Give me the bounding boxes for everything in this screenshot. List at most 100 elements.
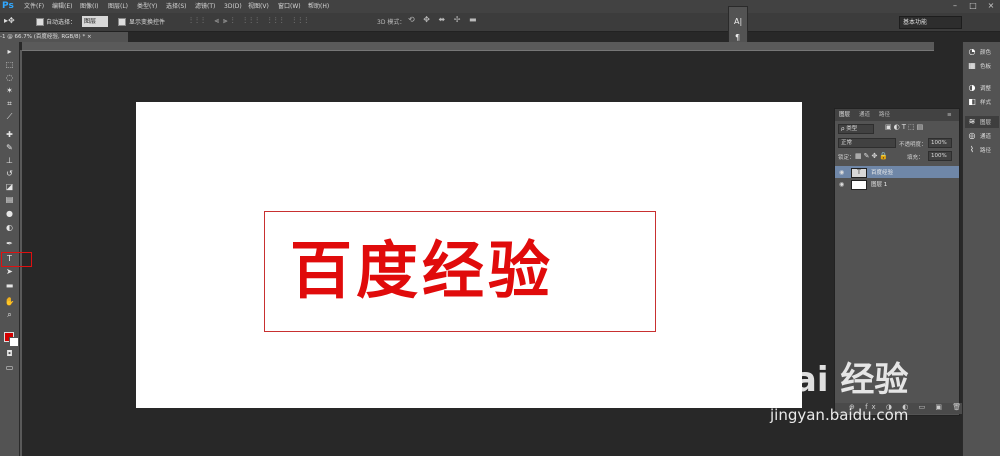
menu-window[interactable]: 窗口(W) [278, 0, 301, 13]
pen-tool-icon[interactable]: ✒ [3, 238, 16, 250]
show-transform-checkbox[interactable] [118, 18, 126, 26]
horizontal-ruler [22, 42, 934, 51]
layer-name[interactable]: 百度经验 [871, 168, 893, 176]
menu-type[interactable]: 类型(Y) [137, 0, 157, 13]
path-selection-tool-icon[interactable]: ➤ [3, 266, 16, 278]
type-tool-highlight [1, 252, 32, 267]
dock-item-adjustments[interactable]: ◑ 调整 [965, 82, 999, 94]
menu-edit[interactable]: 编辑(E) [52, 0, 72, 13]
dock-item-layers[interactable]: ≋ 图层 [965, 116, 999, 128]
dock-item-swatches[interactable]: ▦ 色板 [965, 60, 999, 72]
blend-mode-select[interactable]: 正常 [838, 138, 896, 148]
options-bar: ▸✥ 自动选择： 图层 显示变换控件 ⫶⫶⫶ ⫷⫸⫶ ⫶⫶⫶ ⫶⫶⫶ ⫶⫶⫶ 3… [0, 13, 1000, 32]
window-controls: – □ × [946, 0, 1000, 13]
gradient-tool-icon[interactable]: ▤ [3, 194, 16, 206]
opacity-label: 不透明度： [899, 142, 927, 148]
layers-icon: ≋ [968, 117, 976, 126]
move-tool-preset-icon[interactable]: ▸✥ [4, 16, 15, 25]
layer-filter-select[interactable]: ρ 类型 [838, 124, 874, 134]
workspace-value: 基本功能 [903, 19, 928, 26]
swatches-icon: ▦ [968, 61, 976, 70]
dodge-tool-icon[interactable]: ◐ [3, 222, 16, 234]
document-canvas[interactable]: 百度经验 [136, 102, 802, 408]
3d-mode-label: 3D 模式： [377, 19, 406, 26]
document-tab[interactable]: -1 @ 66.7% (百度经验, RGB/8) * × [0, 32, 128, 42]
menu-file[interactable]: 文件(F) [24, 0, 44, 13]
lasso-tool-icon[interactable]: ◌ [3, 72, 16, 84]
layer-row[interactable]: ◉ 图层 1 [835, 178, 959, 190]
brush-tool-icon[interactable]: ✎ [3, 142, 16, 154]
align-icons[interactable]: ⫶⫶⫶ ⫷⫸⫶ ⫶⫶⫶ ⫶⫶⫶ ⫶⫶⫶ [190, 16, 311, 26]
lock-label: 锁定： [838, 155, 855, 161]
history-brush-tool-icon[interactable]: ↺ [3, 168, 16, 180]
adjustments-icon: ◑ [968, 83, 976, 92]
panel-menu-icon[interactable]: ≡ [947, 111, 952, 120]
show-transform-label: 显示变换控件 [129, 19, 166, 26]
fill-label: 填充： [907, 155, 924, 161]
eraser-tool-icon[interactable]: ◪ [3, 181, 16, 193]
tab-channels[interactable]: 通道 [859, 111, 870, 120]
tools-panel: ▸ ⬚ ◌ ✶ ⌗ ⟋ ✚ ✎ ⊥ ↺ ◪ ▤ ● ◐ ✒ T ➤ ▬ ✋ ⌕ … [0, 42, 20, 456]
dock-item-color[interactable]: ◔ 颜色 [965, 46, 999, 58]
layer-thumbnail [851, 180, 867, 190]
menu-view[interactable]: 视图(V) [248, 0, 269, 13]
zoom-tool-icon[interactable]: ⌕ [3, 309, 16, 321]
paragraph-panel-icon[interactable]: ¶ [735, 33, 740, 42]
maximize-icon[interactable]: □ [964, 0, 982, 13]
document-tab-title: -1 @ 66.7% (百度经验, RGB/8) * [0, 34, 86, 40]
hand-tool-icon[interactable]: ✋ [3, 296, 16, 308]
photoshop-logo: Ps [2, 1, 14, 11]
auto-select-checkbox[interactable] [36, 18, 44, 26]
menu-image[interactable]: 图像(I) [80, 0, 98, 13]
layer-name[interactable]: 图层 1 [871, 180, 887, 188]
quick-mask-icon[interactable]: ◘ [3, 348, 16, 360]
auto-select-label: 自动选择： [46, 19, 77, 26]
fill-input[interactable]: 100% [928, 151, 952, 161]
menu-help[interactable]: 帮助(H) [308, 0, 329, 13]
styles-icon: ◧ [968, 97, 976, 106]
move-tool-icon[interactable]: ▸ [3, 46, 16, 58]
dock-item-paths[interactable]: ⌇ 路径 [965, 144, 999, 156]
menu-select[interactable]: 选择(S) [166, 0, 187, 13]
screen-mode-icon[interactable]: ▭ [3, 362, 16, 374]
menu-layer[interactable]: 图层(L) [108, 0, 128, 13]
baidu-jingyan-watermark: Bai 经验 jingyan.baidu.com [760, 342, 960, 432]
menu-filter[interactable]: 滤镜(T) [195, 0, 215, 13]
marquee-tool-icon[interactable]: ⬚ [3, 59, 16, 71]
text-layer-thumbnail: T [851, 168, 867, 178]
character-panel-icon[interactable]: A| [734, 17, 742, 26]
layer-row[interactable]: ◉ T 百度经验 [835, 166, 959, 178]
lock-icons[interactable]: ▦✎✥🔒 [855, 152, 890, 160]
clone-stamp-tool-icon[interactable]: ⊥ [3, 155, 16, 167]
layer-filter-icons[interactable]: ▣◐T⬚▤ [885, 123, 925, 131]
3d-mode-icons[interactable]: ⟲ ✥ ⬌ ✢ ▬ [408, 15, 480, 24]
background-color-swatch[interactable] [9, 337, 19, 347]
channels-icon: ◎ [968, 131, 976, 140]
minimize-icon[interactable]: – [946, 0, 964, 13]
visibility-eye-icon[interactable]: ◉ [839, 181, 844, 188]
tab-layers[interactable]: 图层 [839, 111, 850, 120]
crop-tool-icon[interactable]: ⌗ [3, 98, 16, 110]
close-icon[interactable]: × [982, 0, 1000, 13]
blur-tool-icon[interactable]: ● [3, 208, 16, 220]
healing-brush-tool-icon[interactable]: ✚ [3, 129, 16, 141]
magic-wand-tool-icon[interactable]: ✶ [3, 85, 16, 97]
watermark-logo: Bai 经验 [768, 360, 909, 400]
dock-item-styles[interactable]: ◧ 样式 [965, 96, 999, 108]
rectangle-tool-icon[interactable]: ▬ [3, 280, 16, 292]
eyedropper-tool-icon[interactable]: ⟋ [3, 111, 16, 123]
document-tab-close-icon[interactable]: × [87, 34, 92, 40]
menu-3d[interactable]: 3D(D) [224, 0, 242, 13]
opacity-input[interactable]: 100% [928, 138, 952, 148]
watermark-url: jingyan.baidu.com [770, 406, 909, 424]
auto-select-dropdown[interactable]: 图层 [82, 16, 108, 27]
tab-paths[interactable]: 路径 [879, 111, 890, 120]
canvas-text-layer[interactable]: 百度经验 [290, 220, 554, 310]
right-panel-dock: ◔ 颜色 ▦ 色板 ◑ 调整 ◧ 样式 ≋ 图层 ◎ 通道 ⌇ 路径 [962, 42, 1000, 456]
menu-bar: Ps 文件(F) 编辑(E) 图像(I) 图层(L) 类型(Y) 选择(S) 滤… [0, 0, 1000, 13]
dock-item-channels[interactable]: ◎ 通道 [965, 130, 999, 142]
visibility-eye-icon[interactable]: ◉ [839, 169, 844, 176]
color-icon: ◔ [968, 47, 976, 56]
workspace-select[interactable]: 基本功能 [899, 16, 962, 29]
layers-panel-tabs: 图层 通道 路径 ≡ [835, 109, 959, 121]
